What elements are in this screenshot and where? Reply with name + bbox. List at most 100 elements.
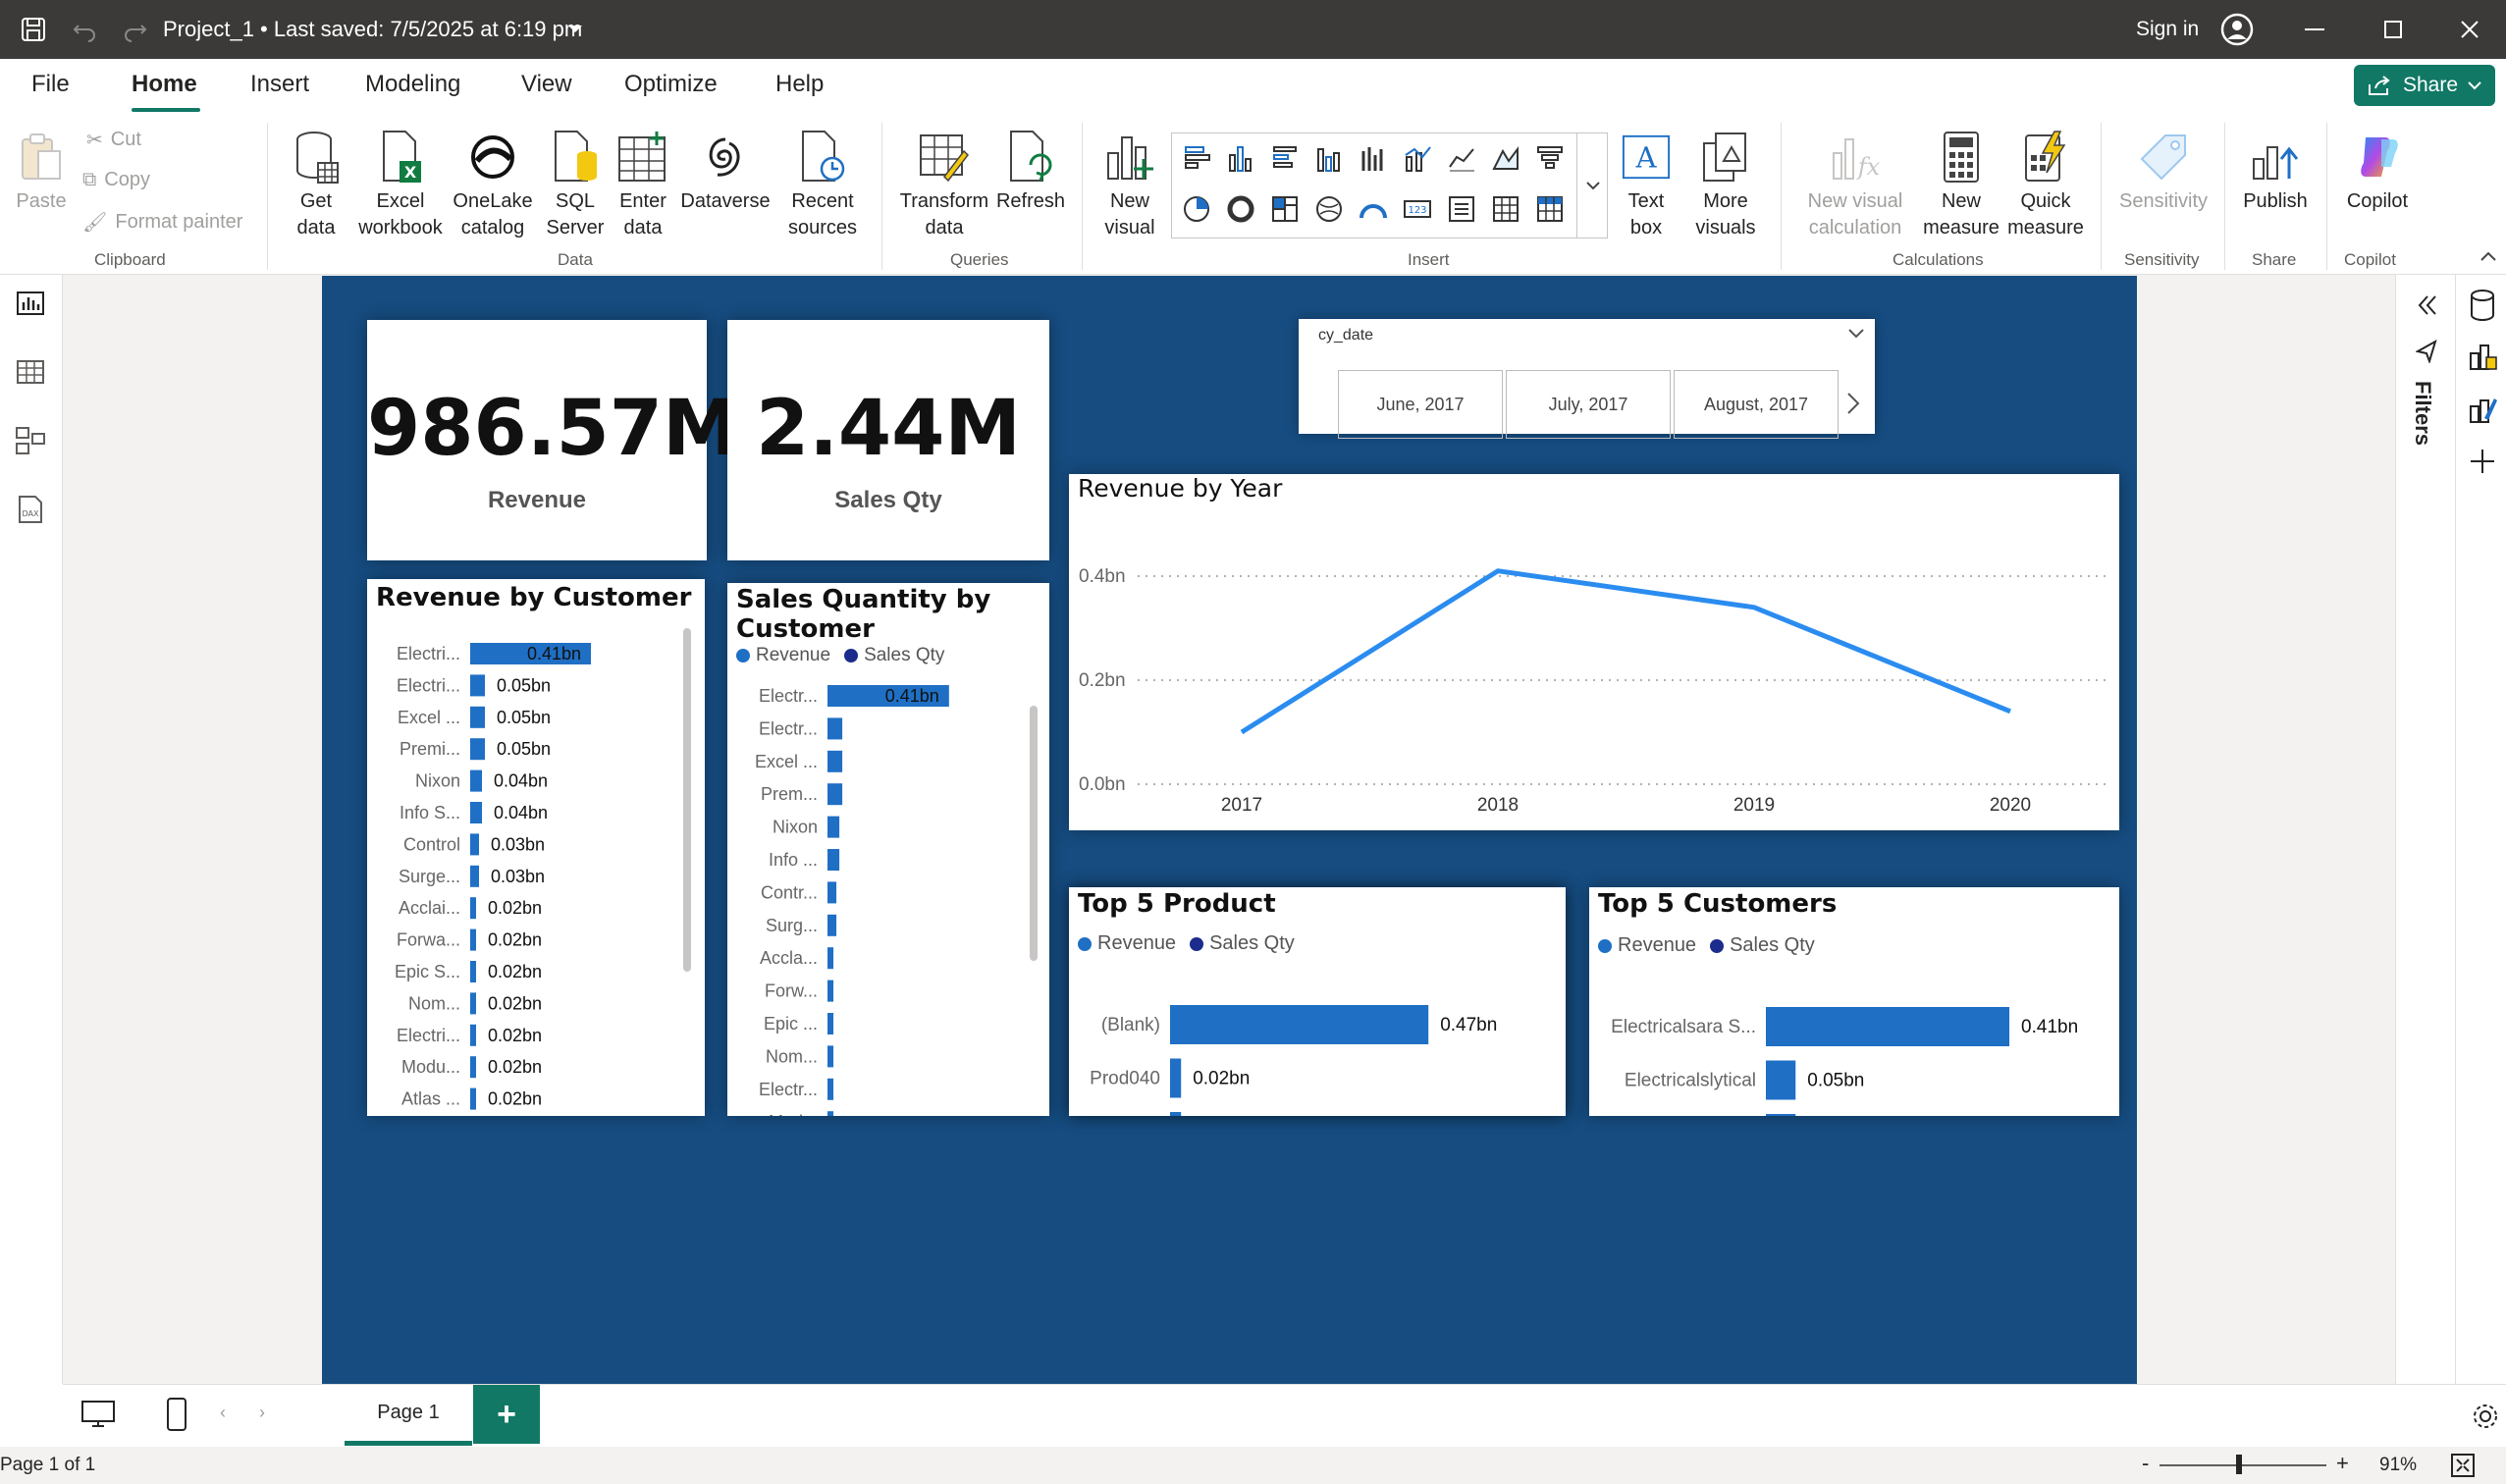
multi-row-card-icon[interactable] [1447, 194, 1476, 224]
new-visual-calculation-button[interactable]: fx New visual calculation [1796, 130, 1914, 241]
clustered-column-chart-icon[interactable] [1314, 143, 1344, 173]
menu-optimize[interactable]: Optimize [624, 71, 718, 98]
share-button[interactable]: Share [2354, 65, 2495, 106]
add-page-button[interactable]: + [473, 1385, 540, 1444]
page-tab-1[interactable]: Page 1 [345, 1385, 472, 1446]
title-dropdown-icon[interactable] [567, 0, 583, 59]
table-visual-icon[interactable] [1491, 194, 1520, 224]
card-icon[interactable]: 123 [1403, 194, 1432, 224]
dataverse-button[interactable]: Dataverse [677, 130, 773, 215]
fit-to-page-icon[interactable] [2450, 1453, 2476, 1478]
chevron-down-icon[interactable] [1848, 329, 1864, 339]
transform-data-button[interactable]: Transform data [895, 130, 993, 241]
minimize-icon[interactable] [2303, 20, 2326, 39]
sign-in-link[interactable]: Sign in [2136, 0, 2199, 59]
mobile-layout-icon[interactable] [165, 1397, 188, 1432]
quick-measure-button[interactable]: Quick measure [2002, 130, 2089, 241]
gauge-icon[interactable] [1359, 194, 1388, 224]
next-page-icon[interactable]: › [259, 1403, 265, 1423]
more-visuals-button[interactable]: More visuals [1684, 130, 1767, 241]
chevron-right-icon[interactable] [1846, 392, 1860, 415]
menu-home[interactable]: Home [132, 71, 197, 98]
funnel-chart-icon[interactable] [1535, 143, 1565, 173]
scrollbar[interactable] [1030, 706, 1038, 961]
collapse-ribbon-icon[interactable] [2479, 250, 2497, 262]
model-view-icon[interactable] [14, 424, 47, 457]
desktop-layout-icon[interactable] [80, 1399, 116, 1430]
report-view-icon[interactable] [14, 287, 47, 320]
gallery-expand-icon[interactable] [1576, 133, 1608, 238]
category-label: Control [403, 834, 460, 854]
sales-qty-kpi-card[interactable]: 2.44M Sales Qty [727, 320, 1049, 560]
previous-page-icon[interactable]: ‹ [220, 1403, 226, 1423]
line-and-column-chart-icon[interactable] [1403, 143, 1432, 173]
collapse-filters-icon[interactable] [2414, 292, 2439, 318]
menu-view[interactable]: View [521, 71, 572, 98]
dax-query-view-icon[interactable]: DAX [14, 493, 47, 526]
matrix-icon[interactable] [1535, 194, 1565, 224]
onelake-catalog-button[interactable]: OneLake catalog [450, 130, 536, 241]
get-data-button[interactable]: Get data [281, 130, 351, 241]
data-pane-icon[interactable] [2467, 289, 2498, 322]
copilot-button[interactable]: Copilot [2336, 130, 2419, 215]
account-icon[interactable] [2220, 13, 2254, 46]
zoom-out-button[interactable]: - [2142, 1451, 2149, 1476]
zoom-level[interactable]: 91% [2379, 1455, 2417, 1476]
close-icon[interactable] [2460, 20, 2479, 39]
donut-chart-icon[interactable] [1226, 194, 1255, 224]
excel-workbook-button[interactable]: X Excel workbook [353, 130, 448, 241]
menu-help[interactable]: Help [775, 71, 824, 98]
build-visual-icon[interactable] [2467, 340, 2498, 373]
revenue-by-year-visual[interactable]: Revenue by Year 0.0bn 0.2bn 0.4bn 2017 2018 2… [1069, 474, 2119, 830]
sales-quantity-by-customer-visual[interactable]: Sales Quantity by Customer Revenue Sales… [727, 583, 1049, 1116]
new-measure-button[interactable]: New measure [1916, 130, 2006, 241]
maximize-icon[interactable] [2383, 20, 2403, 39]
line-chart-icon[interactable] [1447, 143, 1476, 173]
slicer-option[interactable]: August, 2017 [1674, 370, 1839, 439]
pie-chart-icon[interactable] [1182, 194, 1211, 224]
zoom-slider-thumb[interactable] [2236, 1455, 2242, 1474]
map-icon[interactable] [1314, 194, 1344, 224]
menu-modeling[interactable]: Modeling [365, 71, 460, 98]
enter-data-button[interactable]: Enter data [611, 130, 675, 241]
paste-button[interactable]: Paste [14, 130, 69, 215]
zoom-slider[interactable] [2159, 1464, 2326, 1466]
clustered-bar-chart-icon[interactable] [1270, 143, 1300, 173]
treemap-icon[interactable] [1270, 194, 1300, 224]
slicer-option[interactable]: June, 2017 [1338, 370, 1503, 439]
top-5-customers-visual[interactable]: Top 5 Customers Revenue Sales Qty Electr… [1589, 887, 2119, 1116]
top-5-product-visual-body[interactable]: Top 5 Product Revenue Sales Qty (Blank) 0… [1069, 887, 1566, 1116]
publish-button[interactable]: Publish [2234, 130, 2317, 215]
area-chart-icon[interactable] [1491, 143, 1520, 173]
copy-button[interactable]: ⧉ Copy [82, 169, 150, 191]
scrollbar[interactable] [683, 628, 691, 972]
filters-pane-label[interactable]: Filters [2410, 381, 2435, 446]
document-title[interactable]: Project_1 • Last saved: 7/5/2025 at 6:19… [163, 0, 582, 59]
stacked-column-chart-icon[interactable] [1226, 143, 1255, 173]
revenue-kpi-card[interactable]: 986.57M Revenue [367, 320, 739, 560]
new-visual-button[interactable]: New visual [1095, 130, 1164, 241]
zoom-in-button[interactable]: + [2336, 1451, 2349, 1476]
text-box-button[interactable]: A Text box [1610, 130, 1682, 241]
table-view-icon[interactable] [14, 355, 47, 389]
recent-sources-button[interactable]: Recent sources [779, 130, 866, 241]
stacked-bar-chart-icon[interactable] [1182, 143, 1211, 173]
filter-icon[interactable] [2416, 340, 2437, 363]
redo-icon[interactable] [122, 16, 149, 43]
revenue-by-customer-visual[interactable]: Revenue by Customer Electri... 0.41bn Elec… [367, 579, 705, 1116]
date-slicer[interactable]: cy_date June, 2017 July, 2017 August, 20… [1299, 319, 1875, 439]
format-painter-button[interactable]: 🖌 Format painter [82, 210, 242, 235]
menu-insert[interactable]: Insert [250, 71, 309, 98]
menu-file[interactable]: File [31, 71, 70, 98]
sql-server-button[interactable]: SQL Server [538, 130, 613, 241]
stacked-column-100-icon[interactable] [1359, 143, 1388, 173]
slicer-option[interactable]: July, 2017 [1506, 370, 1671, 439]
sensitivity-button[interactable]: Sensitivity [2110, 130, 2216, 215]
refresh-button[interactable]: Refresh [991, 130, 1070, 215]
undo-icon[interactable] [71, 16, 98, 43]
save-icon[interactable] [20, 16, 47, 43]
format-visual-icon[interactable] [2467, 393, 2498, 426]
add-pane-icon[interactable] [2469, 448, 2496, 475]
cut-button[interactable]: ✂ Cut [86, 128, 141, 152]
settings-gear-icon[interactable] [2470, 1401, 2501, 1432]
